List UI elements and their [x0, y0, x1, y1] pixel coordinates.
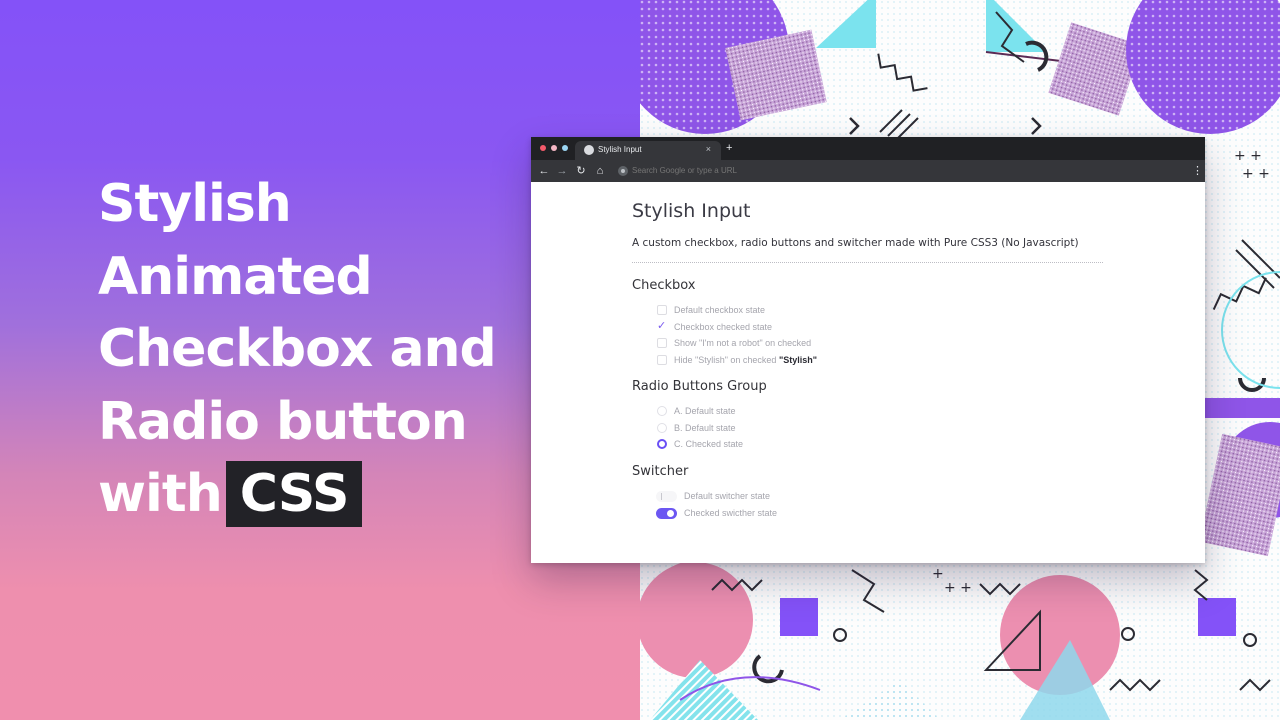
toggle-switch[interactable] [656, 491, 677, 502]
divider [632, 262, 1103, 263]
toggle-switch-on[interactable] [656, 508, 677, 519]
forward-icon[interactable]: → [555, 164, 569, 178]
headline-line: Animated [98, 246, 373, 307]
page-title: Stylish Input [632, 200, 751, 222]
close-window-button[interactable] [540, 145, 546, 151]
checkbox[interactable] [657, 305, 667, 315]
svg-text:+ +: + + [1242, 166, 1270, 182]
checkbox[interactable] [657, 338, 667, 348]
browser-window: Stylish Input × + ← → ↻ ⌂ ⋮ Stylish Inpu… [531, 137, 1205, 563]
headline: Stylish Animated Checkbox and Radio butt… [98, 168, 518, 531]
stylish-text: "Stylish" [778, 355, 818, 365]
radio-label: A. Default state [674, 406, 736, 416]
reload-icon[interactable]: ↻ [574, 164, 588, 178]
checkbox-label-text: Hide "Stylish" on checked [674, 355, 777, 365]
checkbox-label: Checkbox checked state [674, 322, 773, 332]
switcher-label: Checked swicther state [684, 508, 778, 518]
home-icon[interactable]: ⌂ [593, 164, 607, 178]
svg-text:+: + [932, 566, 944, 582]
radio-button[interactable] [657, 423, 667, 433]
switch-knob [661, 493, 662, 500]
headline-line: with CSS [98, 458, 518, 531]
checkbox[interactable] [657, 355, 667, 365]
page-content: Stylish Input A custom checkbox, radio b… [531, 182, 1205, 563]
radio-label: B. Default state [674, 423, 736, 433]
back-icon[interactable]: ← [537, 164, 551, 178]
address-bar-input[interactable] [632, 165, 1032, 177]
radio-section-title: Radio Buttons Group [632, 379, 767, 394]
headline-prefix: with [98, 464, 223, 524]
close-tab-icon[interactable]: × [706, 144, 711, 154]
tab-bar: Stylish Input × + [531, 137, 1205, 160]
menu-icon[interactable]: ⋮ [1192, 165, 1203, 177]
svg-text:+ +: + + [944, 580, 972, 596]
checkbox-label: Hide "Stylish" on checked "Stylish" [674, 354, 817, 366]
radio-label: C. Checked state [674, 439, 744, 449]
switcher-label: Default switcher state [684, 491, 771, 501]
checkmark-icon[interactable]: ✓ [657, 320, 666, 332]
headline-line: Stylish [98, 174, 292, 234]
tab-title: Stylish Input [598, 145, 642, 154]
radio-button[interactable] [657, 406, 667, 416]
new-tab-icon[interactable]: + [726, 143, 732, 154]
browser-toolbar: ← → ↻ ⌂ ⋮ [531, 160, 1205, 182]
radio-button-checked[interactable] [657, 439, 667, 449]
minimize-window-button[interactable] [551, 145, 557, 151]
maximize-window-button[interactable] [562, 145, 568, 151]
page-subtitle: A custom checkbox, radio buttons and swi… [632, 237, 1079, 249]
globe-icon [584, 145, 594, 155]
checkbox-section-title: Checkbox [632, 278, 696, 293]
google-icon [618, 166, 628, 176]
switch-knob [667, 510, 674, 517]
checkbox-label: Default checkbox state [674, 305, 766, 315]
checkbox-label: Show "I'm not a robot" on checked [674, 338, 812, 348]
svg-text:+ +: + + [1234, 148, 1262, 164]
headline-line: Radio button [98, 391, 468, 452]
browser-tab[interactable]: Stylish Input × [575, 141, 721, 160]
headline-line: Checkbox and [98, 319, 497, 379]
switcher-section-title: Switcher [632, 464, 689, 479]
css-highlight: CSS [225, 461, 363, 527]
